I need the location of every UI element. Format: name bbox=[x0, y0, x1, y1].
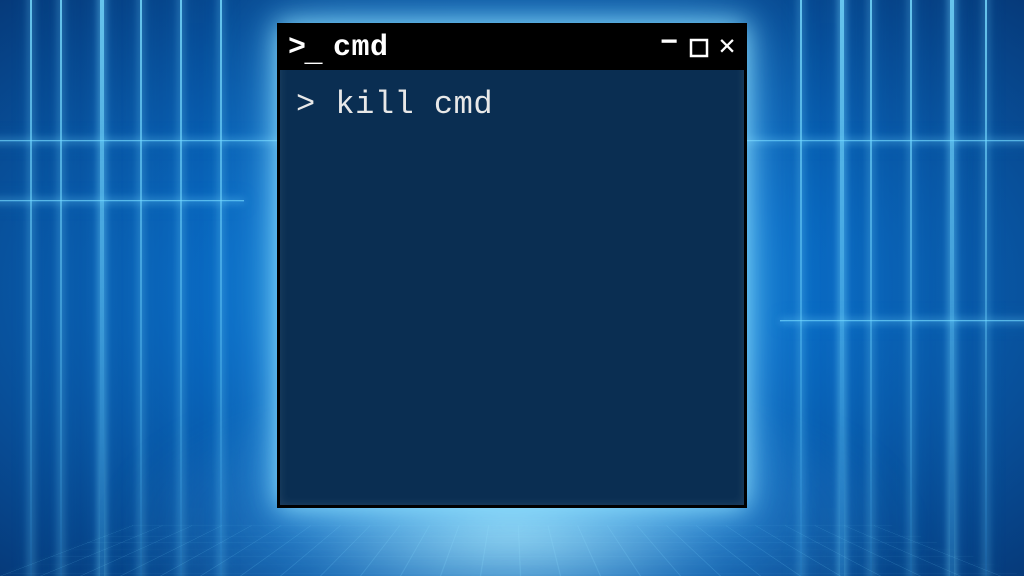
close-icon[interactable]: ✕ bbox=[719, 34, 736, 62]
terminal-window: >_ cmd − ✕ > kill cmd bbox=[277, 23, 747, 508]
window-titlebar[interactable]: >_ cmd − ✕ bbox=[280, 26, 744, 70]
maximize-icon[interactable] bbox=[689, 38, 709, 58]
command-line: > kill cmd bbox=[296, 84, 728, 126]
terminal-prompt-icon: >_ bbox=[288, 33, 323, 63]
window-title: cmd bbox=[333, 31, 389, 65]
minimize-icon[interactable]: − bbox=[660, 29, 679, 59]
window-controls: − ✕ bbox=[660, 33, 736, 63]
prompt-symbol: > bbox=[296, 86, 316, 123]
command-text: kill cmd bbox=[335, 86, 493, 123]
terminal-body[interactable]: > kill cmd bbox=[280, 70, 744, 140]
